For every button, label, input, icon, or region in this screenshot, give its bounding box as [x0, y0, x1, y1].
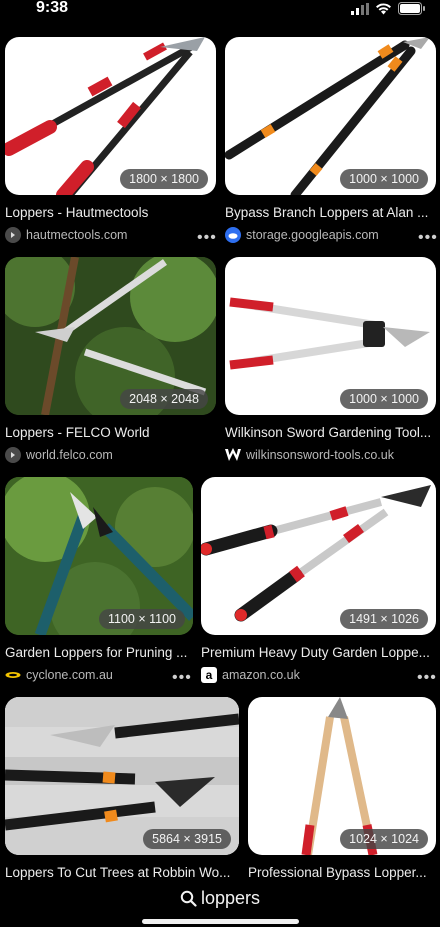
w-logo-icon [225, 447, 241, 463]
result-image[interactable]: 5864 × 3915 [5, 697, 239, 855]
result-source: amazon.co.uk [222, 668, 300, 682]
result-image[interactable]: 1491 × 1026 [201, 477, 436, 635]
result-image[interactable]: 2048 × 2048 [5, 257, 216, 415]
result-title[interactable]: Loppers To Cut Trees at Robbin Wo... [5, 865, 239, 880]
result-source: cyclone.com.au [26, 668, 113, 682]
status-icons [351, 2, 426, 15]
image-dimensions: 5864 × 3915 [143, 829, 231, 849]
home-indicator[interactable] [142, 919, 299, 924]
battery-icon [398, 2, 425, 15]
image-dimensions: 1000 × 1000 [340, 169, 428, 189]
more-options-icon[interactable]: ••• [197, 230, 217, 246]
google-cloud-icon [225, 227, 241, 243]
status-bar: 9:38 [0, 0, 440, 22]
more-options-icon[interactable]: ••• [172, 670, 192, 686]
image-dimensions: 1000 × 1000 [340, 389, 428, 409]
result-source: world.felco.com [26, 448, 113, 462]
more-options-icon[interactable]: ••• [418, 230, 438, 246]
result-title[interactable]: Professional Bypass Lopper... [248, 865, 436, 880]
result-source-row[interactable]: world.felco.com [5, 447, 190, 463]
result-title[interactable]: Wilkinson Sword Gardening Tool... [225, 425, 436, 440]
result-title[interactable]: Garden Loppers for Pruning ... [5, 645, 193, 660]
search-query: loppers [201, 888, 261, 908]
image-dimensions: 1800 × 1800 [120, 169, 208, 189]
search-query-display[interactable]: loppers [180, 888, 260, 909]
result-source-row[interactable]: wilkinsonsword-tools.co.uk [225, 447, 436, 463]
result-source: storage.googleapis.com [246, 228, 379, 242]
wifi-icon [376, 2, 391, 14]
signal-icon [351, 2, 369, 15]
result-image[interactable]: 1800 × 1800 [5, 37, 216, 195]
result-source-row[interactable]: hautmectools.com [5, 227, 216, 243]
image-dimensions: 1024 × 1024 [340, 829, 428, 849]
result-source-row[interactable]: storage.googleapis.com [225, 227, 410, 243]
more-options-icon[interactable]: ••• [417, 670, 437, 686]
image-dimensions: 1100 × 1100 [98, 609, 185, 629]
result-image[interactable]: 1000 × 1000 [225, 257, 436, 415]
result-image[interactable]: 1024 × 1024 [248, 697, 436, 855]
globe-icon [5, 227, 21, 243]
result-image[interactable]: 1000 × 1000 [225, 37, 436, 195]
result-image[interactable]: 1100 × 1100 [5, 477, 193, 635]
search-icon [180, 890, 197, 907]
result-title[interactable]: Bypass Branch Loppers at Alan ... [225, 205, 436, 220]
globe-icon [5, 447, 21, 463]
result-title[interactable]: Loppers - FELCO World [5, 425, 216, 440]
image-dimensions: 2048 × 2048 [120, 389, 208, 409]
result-source-row[interactable]: cyclone.com.au [5, 667, 165, 683]
status-time: 9:38 [36, 0, 69, 16]
result-title[interactable]: Premium Heavy Duty Garden Loppe... [201, 645, 436, 660]
result-source-row[interactable]: a amazon.co.uk [201, 667, 401, 683]
image-dimensions: 1491 × 1026 [340, 609, 428, 629]
amazon-logo-icon: a [201, 667, 217, 683]
result-title[interactable]: Loppers - Hautmectools [5, 205, 216, 220]
cyclone-logo-icon [5, 667, 21, 683]
result-source: wilkinsonsword-tools.co.uk [246, 448, 394, 462]
result-source: hautmectools.com [26, 228, 128, 242]
